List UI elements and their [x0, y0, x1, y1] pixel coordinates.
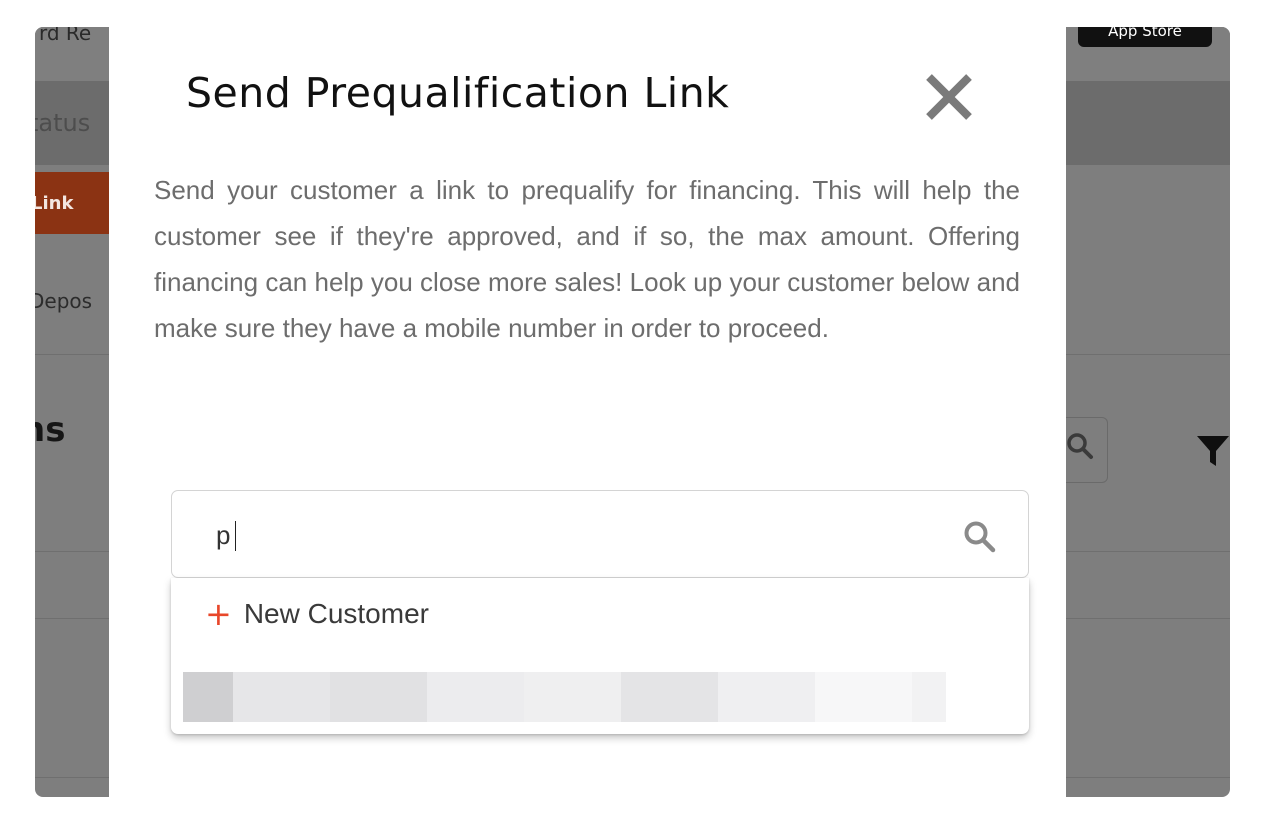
plus-icon: + — [205, 595, 232, 633]
customer-result-item-redacted[interactable] — [183, 672, 946, 722]
modal-title: Send Prequalification Link — [186, 69, 730, 117]
new-customer-option[interactable]: + New Customer — [205, 598, 429, 630]
customer-search-dropdown: + New Customer — [171, 578, 1029, 734]
customer-search-input[interactable] — [216, 515, 916, 555]
redacted-block — [912, 672, 946, 722]
background-header-text: rd Re — [39, 27, 92, 45]
redacted-block — [330, 672, 427, 722]
background-status-label: tatus — [35, 109, 91, 137]
background-link-button[interactable]: Link — [35, 172, 109, 234]
search-icon[interactable] — [1065, 431, 1095, 461]
redacted-block — [718, 672, 815, 722]
redacted-block — [621, 672, 718, 722]
filter-icon[interactable] — [1195, 433, 1230, 469]
redacted-block — [183, 672, 233, 722]
new-customer-label: New Customer — [243, 598, 429, 629]
redacted-block — [233, 672, 330, 722]
close-button[interactable] — [919, 67, 979, 127]
close-icon[interactable] — [919, 67, 979, 127]
app-store-badge[interactable]: App Store — [1078, 27, 1212, 47]
prequalification-modal: Send Prequalification Link Send your cus… — [109, 27, 1066, 797]
background-link-button-label: Link — [35, 192, 74, 214]
redacted-block — [815, 672, 912, 722]
redacted-block — [427, 672, 524, 722]
customer-search-field[interactable] — [171, 490, 1029, 578]
background-deposit-label: Depos — [35, 289, 93, 313]
search-icon[interactable] — [962, 519, 998, 555]
text-cursor — [235, 521, 236, 551]
redacted-block — [524, 672, 621, 722]
search-button[interactable] — [962, 519, 998, 555]
modal-description: Send your customer a link to prequalify … — [154, 175, 1020, 343]
background-section-heading: ns — [35, 410, 66, 450]
